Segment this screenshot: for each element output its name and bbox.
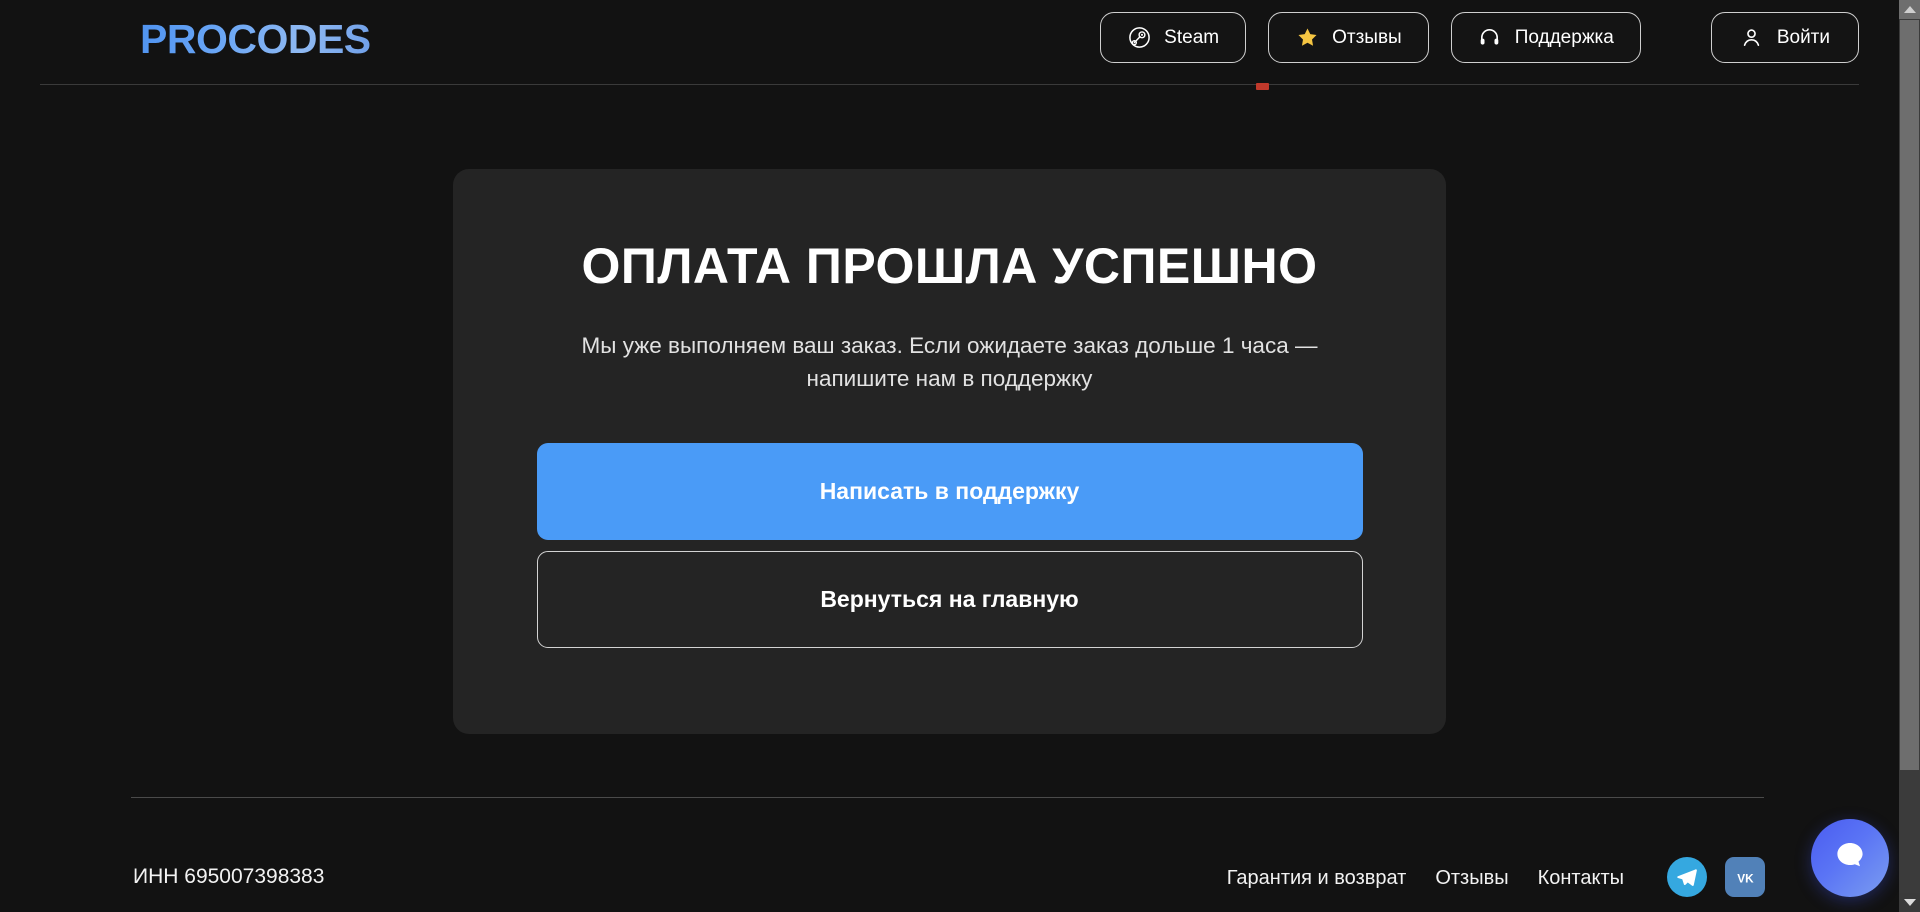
page-scrollbar[interactable] [1899, 0, 1920, 912]
header-divider [40, 84, 1859, 85]
scrollbar-thumb[interactable] [1900, 20, 1919, 770]
footer-link-reviews[interactable]: Отзывы [1435, 867, 1508, 890]
scrollbar-up-arrow[interactable] [1899, 0, 1920, 19]
footer-link-contacts[interactable]: Контакты [1538, 867, 1624, 890]
chat-bubble-icon [1830, 836, 1870, 881]
nav-button-support[interactable]: Поддержка [1450, 12, 1641, 63]
page-root: PROCODES Steam Отзывы Поддержка Войти ОП… [0, 0, 1920, 912]
telegram-icon[interactable] [1667, 857, 1707, 897]
back-to-home-button[interactable]: Вернуться на главную [536, 551, 1363, 648]
footer-link-warranty[interactable]: Гарантия и возврат [1227, 867, 1407, 890]
page-title: ОПЛАТА ПРОШЛА УСПЕШНО [581, 238, 1318, 294]
headset-icon [1478, 26, 1502, 50]
payment-success-card: ОПЛАТА ПРОШЛА УСПЕШНО Мы уже выполняем в… [453, 169, 1446, 734]
scrollbar-down-arrow[interactable] [1899, 893, 1920, 912]
brand-logo[interactable]: PROCODES [140, 16, 371, 63]
star-icon [1295, 26, 1319, 50]
footer-links: Гарантия и возврат Отзывы Контакты [1227, 867, 1624, 890]
chat-widget-button[interactable] [1811, 819, 1889, 897]
steam-icon [1127, 26, 1151, 50]
svg-text:VK: VK [1737, 871, 1754, 885]
chevron-down-icon [1903, 899, 1916, 906]
company-inn: ИНН 695007398383 [133, 865, 325, 888]
nav-button-steam[interactable]: Steam [1100, 12, 1247, 63]
page-subtitle: Мы уже выполняем ваш заказ. Если ожидает… [581, 333, 1318, 391]
vk-icon[interactable]: VK [1725, 857, 1765, 897]
nav-button-reviews-label: Отзывы [1332, 26, 1402, 48]
footer-divider [131, 797, 1764, 798]
header-nav: Steam Отзывы Поддержка Войти [1100, 12, 1859, 63]
site-header: PROCODES Steam Отзывы Поддержка Войти [0, 0, 1899, 84]
nav-button-reviews[interactable]: Отзывы [1268, 12, 1429, 63]
social-links: VK [1667, 857, 1765, 897]
write-to-support-button[interactable]: Написать в поддержку [536, 443, 1363, 540]
chevron-up-icon [1903, 6, 1916, 13]
login-button[interactable]: Войти [1710, 12, 1859, 63]
nav-button-support-label: Поддержка [1514, 26, 1614, 48]
user-icon [1740, 26, 1764, 50]
site-footer: ИНН 695007398383 Гарантия и возврат Отзы… [0, 855, 1899, 912]
nav-button-steam-label: Steam [1164, 26, 1220, 48]
red-indicator-mark [1256, 83, 1269, 90]
login-button-label: Войти [1776, 26, 1830, 48]
